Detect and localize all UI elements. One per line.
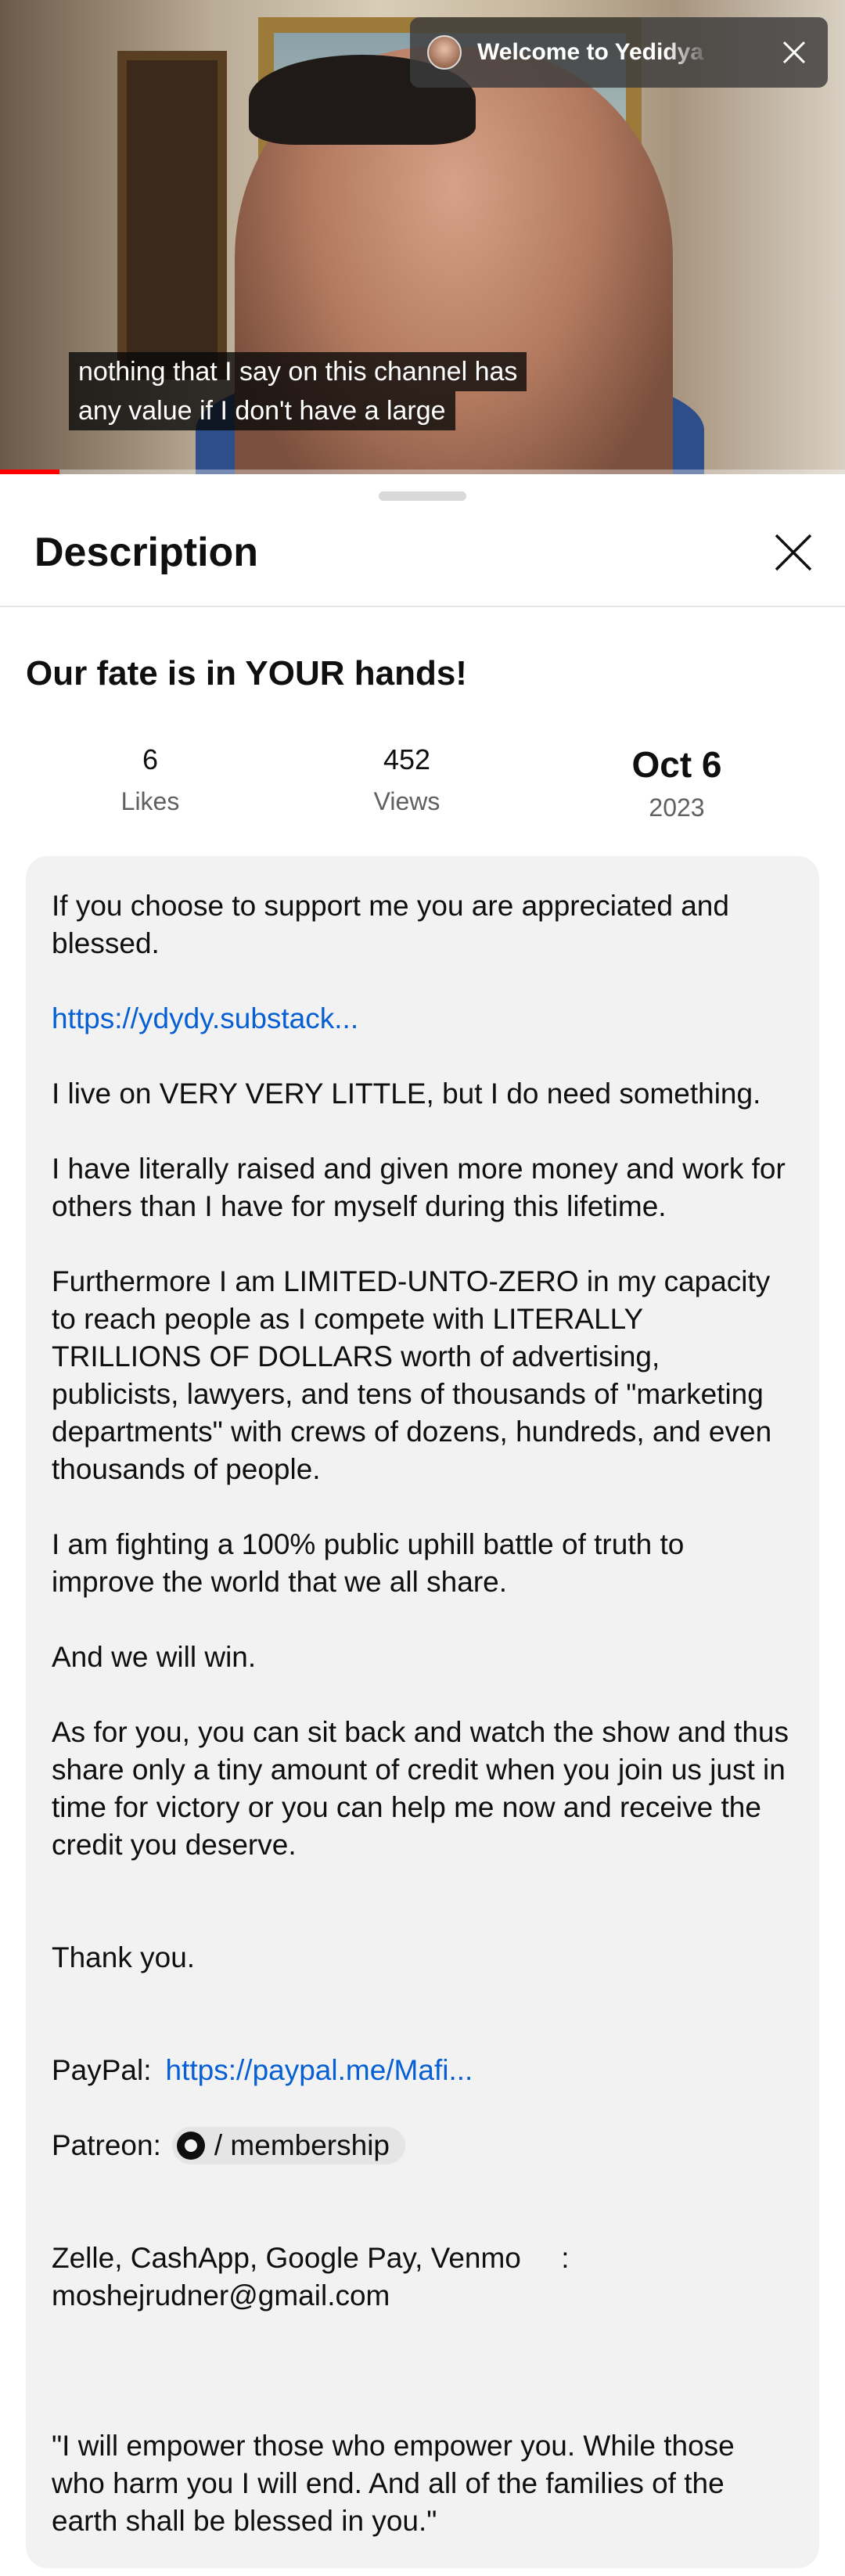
paypal-label: PayPal: [52, 2054, 152, 2086]
description-paragraph: I have literally raised and given more m… [52, 1153, 786, 1222]
close-icon[interactable] [770, 529, 817, 576]
zelle-block: Zelle, CashApp, Google Pay, Venmo : mosh… [52, 2240, 793, 2315]
description-body: If you choose to support me you are appr… [26, 856, 819, 2568]
close-icon[interactable] [778, 36, 811, 69]
paypal-row: PayPal: https://paypal.me/Mafi... [52, 2052, 793, 2089]
upload-date: Oct 6 [631, 744, 722, 785]
description-paragraph: I live on VERY VERY LITTLE, but I do nee… [52, 1078, 761, 1110]
wall-painting-left [117, 51, 227, 380]
quote-text: "I will empower those who empower you. W… [52, 2430, 735, 2537]
patreon-label: Patreon: [52, 2129, 161, 2161]
likes-stat: 6 Likes [72, 743, 228, 816]
description-paragraph: As for you, you can sit back and watch t… [52, 1716, 789, 1861]
video-title: Our fate is in YOUR hands! [26, 654, 467, 693]
views-stat: 452 Views [329, 743, 485, 816]
patreon-chip-label: / membership [214, 2129, 390, 2161]
description-paragraph: Furthermore I am LIMITED-UNTO-ZERO in my… [52, 1265, 772, 1485]
patreon-chip[interactable]: / membership [171, 2127, 406, 2164]
views-label: Views [373, 787, 440, 815]
description-panel: Description Our fate is in YOUR hands! 6… [0, 474, 845, 2576]
patreon-icon [176, 2132, 205, 2160]
date-stat: Oct 6 2023 [599, 743, 755, 822]
description-paragraph: I am fighting a 100% public uphill battl… [52, 1528, 685, 1598]
video-player[interactable]: Welcome to Yedidya nothing that I say on… [0, 0, 845, 474]
views-count: 452 [383, 743, 431, 775]
welcome-text: Welcome to Yedidya [477, 39, 703, 65]
panel-title: Description [34, 530, 259, 575]
email-text: moshejrudner@gmail.com [52, 2279, 390, 2312]
channel-avatar [427, 35, 462, 70]
header-divider [0, 606, 845, 607]
substack-link[interactable]: https://ydydy.substack... [52, 1000, 793, 1038]
welcome-banner[interactable]: Welcome to Yedidya [410, 17, 828, 88]
caption-line-2: any value if I don't have a large [69, 391, 455, 430]
patreon-row: Patreon: / membership [52, 2127, 793, 2164]
description-paragraph: And we will win. [52, 1641, 257, 1673]
caption-line-1: nothing that I say on this channel has [69, 352, 527, 391]
drag-handle[interactable] [379, 491, 466, 501]
upload-year: 2023 [649, 793, 705, 822]
likes-label: Likes [120, 787, 180, 815]
description-paragraph: If you choose to support me you are appr… [52, 890, 729, 959]
thank-you-text: Thank you. [52, 1941, 196, 1973]
likes-count: 6 [142, 743, 159, 775]
captions: nothing that I say on this channel has a… [69, 352, 527, 430]
zelle-line: Zelle, CashApp, Google Pay, Venmo : [52, 2242, 570, 2274]
paypal-link[interactable]: https://paypal.me/Mafi... [166, 2052, 473, 2089]
